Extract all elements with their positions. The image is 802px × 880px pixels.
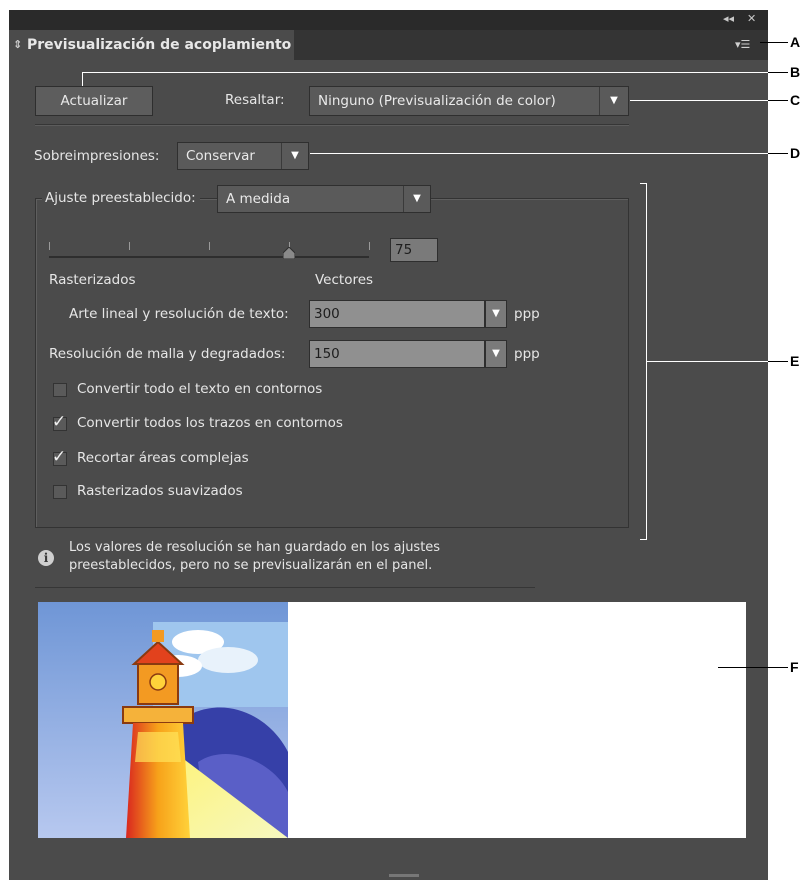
- callout-line-c: [630, 100, 768, 101]
- panel-tab[interactable]: ⇕ Previsualización de acoplamiento: [9, 30, 294, 60]
- checkbox-antialiased[interactable]: [53, 485, 67, 499]
- close-icon[interactable]: ✕: [747, 12, 756, 25]
- rasters-label: Rasterizados: [49, 272, 136, 288]
- sort-icon: ⇕: [13, 38, 23, 51]
- info-text-line1: Los valores de resolución se han guardad…: [69, 540, 441, 555]
- overprint-label: Sobreimpresiones:: [34, 148, 160, 164]
- callout-bracket-e-top: [640, 183, 647, 184]
- divider: [35, 587, 535, 588]
- callout-line-b-vertical: [82, 72, 83, 86]
- refresh-button[interactable]: Actualizar: [35, 86, 153, 116]
- panel-title: Previsualización de acoplamiento: [27, 37, 292, 53]
- vectors-label: Vectores: [315, 272, 374, 288]
- chevron-down-icon[interactable]: ▼: [485, 300, 507, 328]
- panel-menu-icon[interactable]: ▾☰: [735, 38, 759, 52]
- callout-label-f: F: [790, 659, 799, 675]
- slider-tick: [49, 242, 50, 250]
- checkbox-text-outlines[interactable]: [53, 383, 67, 397]
- checkmark-icon: ✓: [52, 412, 67, 432]
- overprint-dropdown[interactable]: Conservar ▼: [177, 142, 309, 170]
- slider-tick: [369, 242, 370, 250]
- preset-label: Ajuste preestablecido:: [42, 190, 200, 206]
- callout-line-a: [760, 42, 788, 43]
- overprint-value: Conservar: [186, 148, 255, 164]
- callout-line-b: [82, 72, 788, 73]
- panel-title-bar: ◂◂ ✕: [9, 10, 768, 30]
- info-text-line2: preestablecidos, pero no se previsualiza…: [69, 558, 433, 573]
- preset-value: A medida: [226, 191, 291, 207]
- highlight-label: Resaltar:: [225, 92, 285, 108]
- panel-tab-row: ⇕ Previsualización de acoplamiento ▾☰: [9, 30, 768, 60]
- flattener-preview-panel: ◂◂ ✕ ⇕ Previsualización de acoplamiento …: [9, 10, 768, 880]
- option-label: Rasterizados suavizados: [77, 483, 243, 499]
- callout-label-b: B: [790, 64, 801, 80]
- callout-line-f: [718, 667, 788, 668]
- mesh-resolution-field[interactable]: 150: [309, 340, 485, 368]
- slider-value: 75: [395, 242, 413, 258]
- slider-value-field[interactable]: 75: [390, 238, 438, 262]
- chevron-down-icon: ▼: [599, 87, 628, 115]
- slider-track: [49, 256, 369, 258]
- option-label: Convertir todo el texto en contornos: [77, 381, 323, 397]
- option-label: Recortar áreas complejas: [77, 450, 249, 466]
- divider-highlight: [35, 125, 629, 126]
- mesh-resolution-label: Resolución de malla y degradados:: [49, 346, 286, 362]
- highlight-value: Ninguno (Previsualización de color): [318, 93, 556, 109]
- highlight-dropdown[interactable]: Ninguno (Previsualización de color) ▼: [309, 86, 629, 116]
- info-icon: i: [38, 550, 54, 566]
- checkmark-icon: ✓: [52, 447, 67, 467]
- callout-label-c: C: [790, 92, 801, 108]
- preview-area[interactable]: [38, 602, 746, 838]
- chevron-down-icon[interactable]: ▼: [485, 340, 507, 368]
- resize-grip[interactable]: [389, 874, 419, 877]
- lineart-resolution-label: Arte lineal y resolución de texto:: [69, 306, 289, 322]
- collapse-icon[interactable]: ◂◂: [723, 12, 734, 25]
- callout-label-e: E: [790, 353, 800, 369]
- lineart-resolution-value: 300: [314, 306, 340, 322]
- callout-line-d-tail: [768, 153, 788, 154]
- preset-dropdown[interactable]: A medida ▼: [217, 185, 431, 213]
- callout-line-d: [310, 153, 768, 154]
- lineart-unit: ppp: [514, 306, 540, 322]
- mesh-unit: ppp: [514, 346, 540, 362]
- callout-line-e: [646, 361, 768, 362]
- callout-line-b-tail: [768, 72, 788, 73]
- mesh-resolution-value: 150: [314, 346, 340, 362]
- callout-label-d: D: [790, 145, 801, 161]
- lineart-resolution-field[interactable]: 300: [309, 300, 485, 328]
- option-label: Convertir todos los trazos en contornos: [77, 415, 343, 431]
- slider-thumb[interactable]: [282, 244, 296, 260]
- lighthouse-preview-image: [38, 602, 288, 838]
- callout-label-a: A: [790, 34, 801, 50]
- slider-tick: [209, 242, 210, 250]
- callout-line-c-tail: [768, 100, 788, 101]
- chevron-down-icon: ▼: [281, 143, 308, 169]
- callout-bracket-e-bottom: [640, 539, 647, 540]
- callout-line-e-tail: [768, 361, 788, 362]
- chevron-down-icon: ▼: [403, 186, 430, 212]
- slider-tick: [129, 242, 130, 250]
